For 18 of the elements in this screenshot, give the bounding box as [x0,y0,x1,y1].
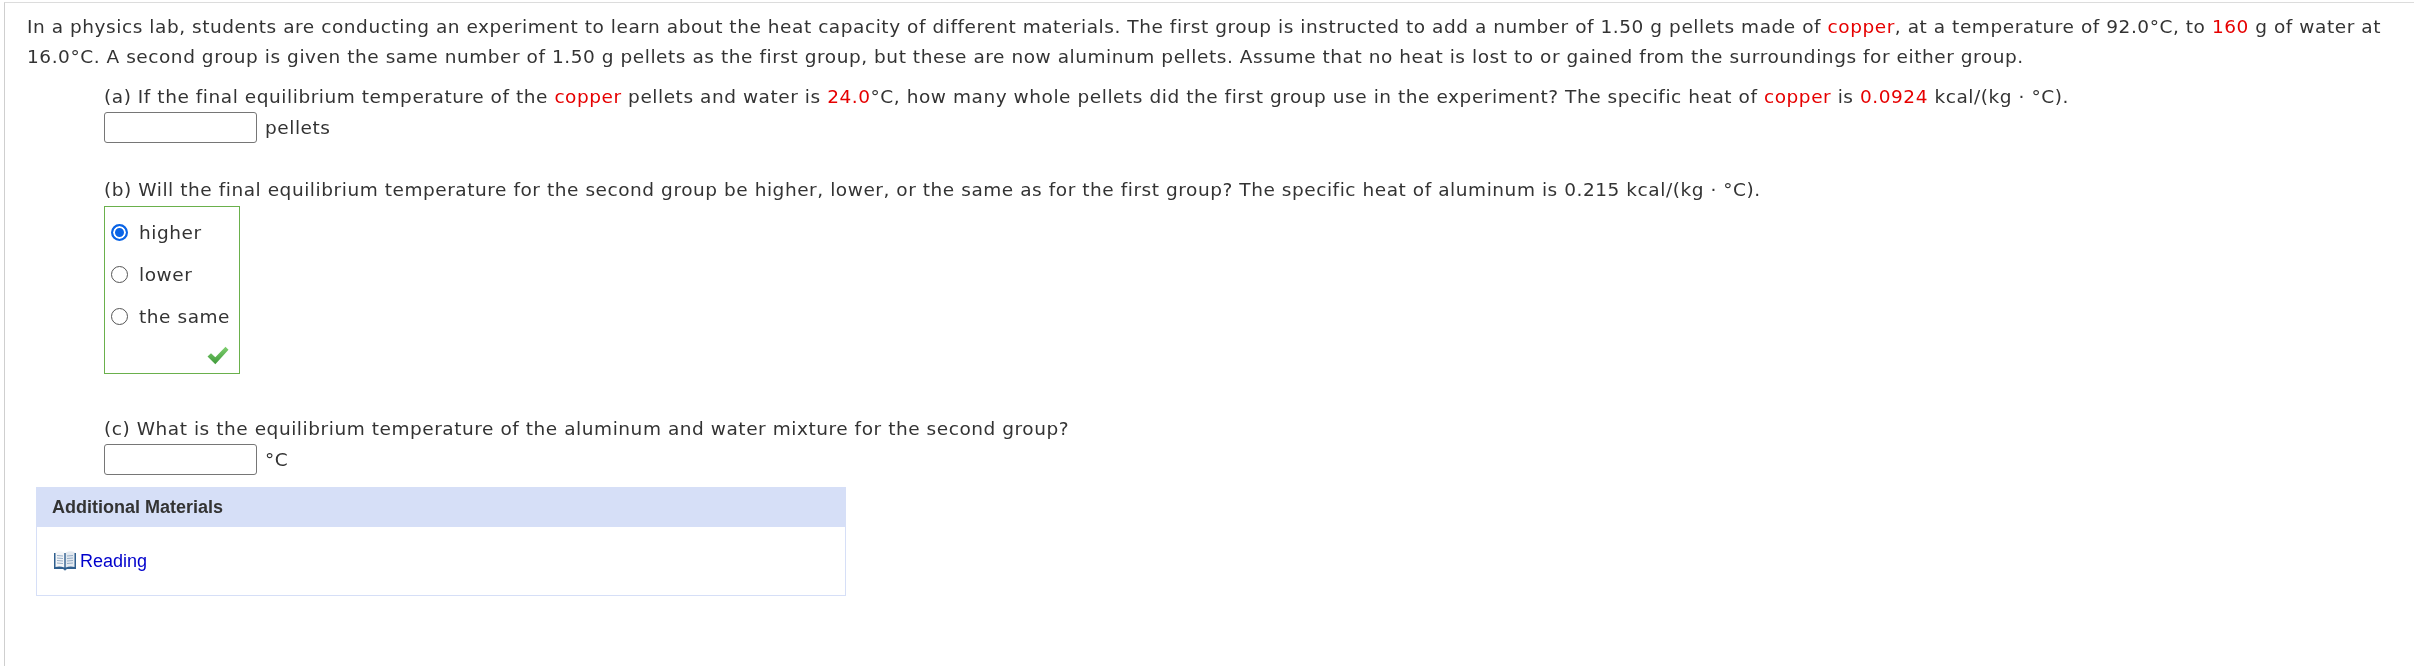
book-icon [53,550,77,572]
option-label[interactable]: higher [139,221,202,243]
unit-label: pellets [265,115,331,140]
question-text: (c) What is the equilibrium temperature of the aluminum and water mixture for the second group? [104,417,1071,441]
radio-button[interactable] [111,265,128,283]
section-header: Additional Materials [36,487,846,527]
option-label[interactable]: the same [139,305,231,327]
unit-label: °C [265,447,289,472]
question-text: (a) If the final equilibrium temperature of the copper pellets and water is 24.0°C, how many whole pellets did the first group use in the experiment? The specific heat of copper is 0.0924 kcal/(kg · °C). [104,85,2070,109]
checkmark-icon [207,345,229,365]
option-label[interactable]: lower [139,263,193,285]
problem-statement: In a physics lab, students are conducting an experiment to learn about the heat capacity of different materials. The first group is instructed to add a number of 1.50 g pellets made of copper, at a temperature of 92.0°C, to 160 g of water at 16.0°C. A second group is given the same number of 1.50 g pellets as the first group, but these are now aluminum pellets. Assume that no heat is lost to or gained from the surroundings for either group. [27,15,2382,69]
answer-field[interactable] [104,444,257,475]
answer-field[interactable] [104,112,257,143]
reading-link[interactable]: Reading [80,550,148,572]
question-text: (b) Will the final equilibrium temperature for the second group be higher, lower, or the same as for the first group? The specific heat of aluminum is 0.215 kcal/(kg · °C). [104,178,1762,202]
radio-button[interactable] [111,307,128,325]
radio-button[interactable] [111,223,128,241]
